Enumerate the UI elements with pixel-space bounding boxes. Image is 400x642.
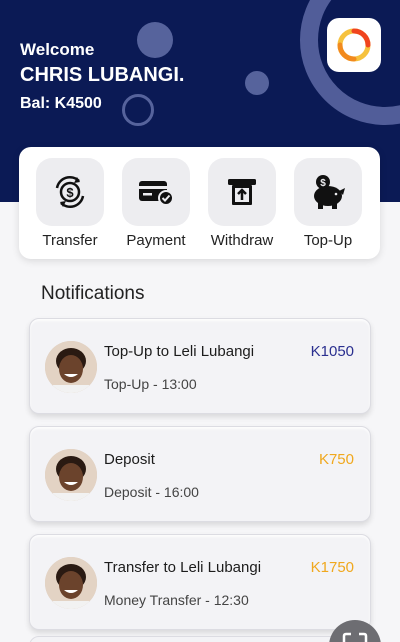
top-up-button[interactable]: $ Top-Up (288, 158, 368, 253)
notification-amount: K1750 (310, 559, 354, 576)
decorative-dot (245, 71, 269, 95)
svg-text:$: $ (66, 185, 74, 200)
user-name: CHRIS LUBANGI. (20, 64, 185, 86)
transfer-button[interactable]: $ Transfer (30, 158, 110, 253)
payment-label: Payment (126, 232, 186, 249)
notification-amount: K1050 (310, 343, 354, 360)
top-up-tile: $ (294, 158, 362, 226)
avatar (45, 557, 97, 609)
piggy-bank-icon: $ (314, 175, 345, 209)
withdraw-tile (208, 158, 276, 226)
payment-button[interactable]: Payment (116, 158, 196, 253)
transfer-tile: $ (36, 158, 104, 226)
transfer-label: Transfer (42, 232, 98, 249)
transfer-dollar-icon: $ (55, 175, 85, 209)
balance-text: Bal: K4500 (20, 95, 102, 112)
decorative-dot (137, 22, 173, 58)
avatar (45, 341, 97, 393)
notification-item[interactable]: Deposit Deposit - 16:00 K750 (29, 426, 371, 522)
notification-item-partial[interactable] (29, 636, 371, 642)
app-logo[interactable] (327, 18, 381, 72)
notification-amount: K750 (318, 451, 354, 468)
notification-title: Transfer to Leli Lubangi (104, 559, 262, 576)
scan-icon (342, 632, 368, 642)
notification-subtitle: Top-Up - 13:00 (104, 376, 197, 392)
quick-actions-card: $ Transfer Payment Withdraw $ Top-Up (19, 147, 380, 259)
card-check-icon (139, 181, 174, 206)
withdraw-label: Withdraw (210, 232, 274, 249)
decorative-ring (122, 94, 154, 126)
notification-item[interactable]: Top-Up to Leli Lubangi Top-Up - 13:00 K1… (29, 318, 371, 414)
withdraw-button[interactable]: Withdraw (202, 158, 282, 253)
avatar (45, 449, 97, 501)
welcome-text: Welcome (20, 40, 95, 59)
notification-subtitle: Money Transfer - 12:30 (104, 592, 249, 608)
top-up-label: Top-Up (303, 232, 353, 249)
atm-withdraw-icon (228, 179, 256, 205)
notification-item[interactable]: Transfer to Leli Lubangi Money Transfer … (29, 534, 371, 630)
notification-title: Deposit (104, 451, 155, 468)
notification-subtitle: Deposit - 16:00 (104, 484, 199, 500)
notification-title: Top-Up to Leli Lubangi (104, 343, 255, 360)
notifications-heading: Notifications (41, 283, 145, 304)
ring-logo-icon (337, 28, 371, 62)
payment-tile (122, 158, 190, 226)
